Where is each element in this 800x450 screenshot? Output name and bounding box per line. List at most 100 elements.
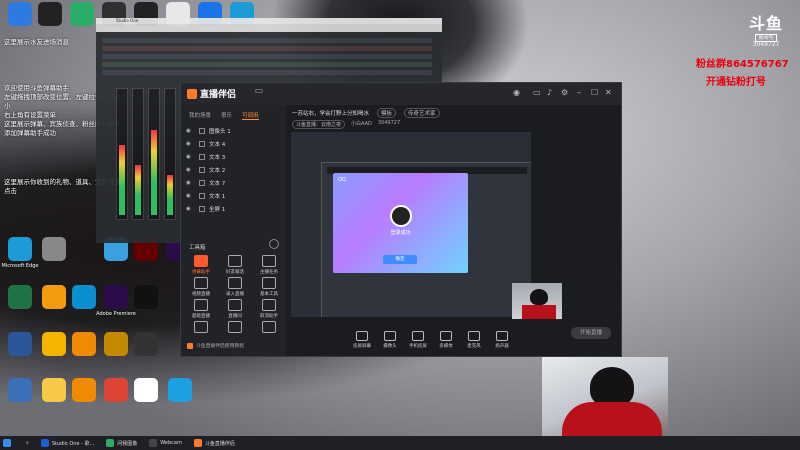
tool-more[interactable] [253, 321, 285, 335]
desktop-icon[interactable]: Microsoft Edge [2, 237, 38, 269]
layer-item[interactable]: ◉ 图像头 1 [186, 125, 274, 136]
wechat-icon [70, 2, 94, 26]
desktop-icon[interactable] [4, 2, 36, 28]
tool-upload[interactable] [219, 321, 251, 335]
app-icon [149, 439, 158, 447]
layer-item[interactable]: ◉ 文本 2 [186, 164, 274, 175]
media-icon [440, 330, 452, 341]
tab-my-scenes[interactable]: 我的场景 [189, 111, 211, 120]
search-icon[interactable]: ⌕ [23, 437, 32, 449]
layer-checkbox[interactable] [199, 153, 205, 160]
tool-live[interactable]: 超级直播 [185, 299, 217, 319]
layer-checkbox[interactable] [199, 179, 205, 186]
tool-tool[interactable]: 基本工具 [253, 277, 285, 297]
eye-icon[interactable]: ◉ [186, 154, 193, 160]
layer-item[interactable]: ◉ 文本 1 [186, 190, 274, 201]
layer-item[interactable]: ◉ 文本 7 [186, 177, 274, 188]
desktop-icon[interactable] [164, 378, 196, 404]
layer-item[interactable]: ◉ 文本 4 [186, 138, 274, 149]
tool-download[interactable]: 录入直播 [219, 277, 251, 297]
desktop-icon[interactable] [130, 332, 162, 358]
desktop-icon[interactable] [68, 332, 100, 358]
minimize-icon[interactable]: – [577, 88, 581, 97]
room-category-pill[interactable]: 传奇艺术家 [404, 108, 440, 118]
desktop-icon[interactable] [4, 332, 36, 358]
layer-item[interactable]: ◉ 文本 3 [186, 151, 274, 162]
layer-checkbox[interactable] [199, 205, 205, 212]
eye-icon[interactable]: ◉ [186, 193, 193, 199]
desktop-icon[interactable] [100, 332, 132, 358]
start-button[interactable] [0, 437, 17, 449]
studio-fader[interactable] [164, 88, 176, 220]
desktop-icon[interactable] [68, 285, 100, 311]
desktop-icon[interactable] [130, 378, 162, 404]
desktop-icon[interactable] [100, 378, 132, 404]
tool-user[interactable]: 好友喊话 [219, 255, 251, 275]
edge-browser-icon [8, 237, 32, 261]
desktop-icon[interactable] [130, 285, 162, 311]
studio-fader[interactable] [132, 88, 144, 220]
layer-checkbox[interactable] [199, 140, 205, 147]
desktop-icon[interactable] [38, 332, 70, 358]
layout-icon[interactable]: ▭ [533, 88, 541, 97]
app-icon [193, 439, 202, 447]
desktop-icon[interactable] [38, 285, 70, 311]
taskbar-item[interactable]: 问我图像 [103, 437, 140, 449]
source-button[interactable]: 多媒体 [432, 330, 460, 349]
desktop-icon[interactable] [38, 237, 70, 263]
tool-room[interactable]: 直播间 [219, 299, 251, 319]
source-button[interactable]: 摄像头 [376, 330, 404, 349]
close-icon[interactable]: ✕ [605, 88, 612, 97]
source-button[interactable]: 扬声器 [488, 330, 516, 349]
tool-label: 弹幕助手 [192, 270, 210, 275]
desktop-icon[interactable] [4, 285, 36, 311]
bell-icon[interactable]: ♪ [547, 88, 552, 97]
layer-checkbox[interactable] [199, 192, 205, 199]
eye-icon[interactable]: ◉ [186, 206, 193, 212]
avatar[interactable]: ◉ [513, 88, 520, 97]
room-status-pill[interactable]: 模板 [377, 108, 397, 118]
desktop-icon[interactable] [34, 2, 66, 28]
tool-task[interactable]: 主播任务 [253, 255, 285, 275]
eye-icon[interactable]: ◉ [186, 180, 193, 186]
layer-label: 文本 7 [209, 180, 226, 187]
tutorial-tip[interactable]: 斗鱼直播伴侣使用教程 [187, 342, 244, 349]
desktop-icon[interactable] [4, 378, 36, 404]
tool-bullet-chat[interactable]: 弹幕助手 [185, 255, 217, 275]
maximize-icon[interactable]: ☐ [591, 88, 598, 97]
desktop-icon[interactable] [38, 378, 70, 404]
taskbar-item[interactable]: Studio One - 歌... [38, 437, 97, 449]
layer-checkbox[interactable] [199, 127, 205, 134]
taskbar-item[interactable]: Webcam [146, 437, 185, 449]
source-button[interactable]: 手机投屏 [404, 330, 432, 349]
qq-confirm-button[interactable]: 确定 [383, 255, 417, 264]
tool-cancel[interactable]: 取消助手 [253, 299, 285, 319]
source-button[interactable]: 投屏屏幕 [348, 330, 376, 349]
tip-icon [187, 342, 193, 349]
video-icon [194, 277, 208, 289]
eye-icon[interactable]: ◉ [186, 141, 193, 147]
layer-checkbox[interactable] [199, 166, 205, 173]
layer-label: 文本 2 [209, 167, 226, 174]
desktop-icon[interactable]: Adobe Premiere [96, 285, 136, 317]
source-button[interactable]: 麦克风 [460, 330, 488, 349]
start-live-button[interactable]: 开始直播 [571, 327, 611, 339]
qq-login-popup[interactable]: QQ 登录成功 确定 [333, 173, 468, 273]
platform-pill[interactable]: 斗鱼直播：云南之夜 [292, 120, 346, 129]
settings-icon[interactable]: ⚙ [561, 88, 568, 97]
tool-label: 好友喊话 [226, 270, 244, 275]
tab-third[interactable]: 可调用 [242, 111, 259, 120]
tool-gift[interactable] [185, 321, 217, 335]
studio-fader[interactable] [116, 88, 128, 220]
taskbar-item[interactable]: 斗鱼直播伴侣 [191, 437, 238, 449]
layer-item[interactable]: ◉ 全屏 1 [186, 203, 274, 214]
eye-icon[interactable]: ◉ [186, 167, 193, 173]
desktop-icon[interactable] [68, 378, 100, 404]
eye-icon[interactable]: ◉ [186, 128, 193, 134]
toolbox-toggle-icon[interactable] [269, 239, 279, 249]
desktop-icon[interactable] [66, 2, 98, 28]
room-title[interactable]: 一苏站右，学会打野上分知喝水 [292, 109, 369, 117]
tool-video[interactable]: 视频直播 [185, 277, 217, 297]
tab-second[interactable]: 很乐 [221, 111, 232, 120]
studio-fader[interactable] [148, 88, 160, 220]
